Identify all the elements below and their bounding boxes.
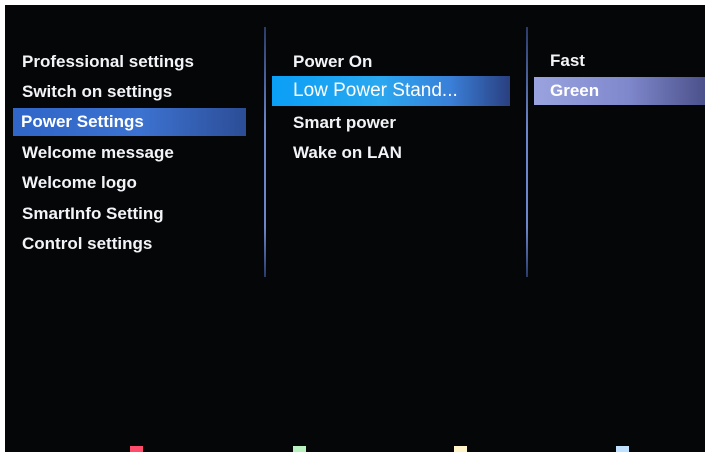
menu-item-power-on[interactable]: Power On xyxy=(293,48,372,76)
menu-item-power-settings[interactable]: Power Settings xyxy=(13,108,246,136)
menu-item-smartinfo-setting[interactable]: SmartInfo Setting xyxy=(22,200,164,228)
menu-item-welcome-message[interactable]: Welcome message xyxy=(22,139,174,167)
option-green[interactable]: Green xyxy=(534,77,705,105)
menu-item-low-power-standby[interactable]: Low Power Stand... xyxy=(272,76,510,106)
yellow-key-indicator xyxy=(454,446,467,452)
column-divider-2 xyxy=(526,27,528,277)
column-divider-1 xyxy=(264,27,266,277)
menu-item-welcome-logo[interactable]: Welcome logo xyxy=(22,169,137,197)
green-key-indicator xyxy=(293,446,306,452)
red-key-indicator xyxy=(130,446,143,452)
option-fast[interactable]: Fast xyxy=(550,47,585,75)
tv-settings-screen: Professional settings Switch on settings… xyxy=(5,5,705,452)
blue-key-indicator xyxy=(616,446,629,452)
menu-item-wake-on-lan[interactable]: Wake on LAN xyxy=(293,139,402,167)
menu-item-control-settings[interactable]: Control settings xyxy=(22,230,152,258)
menu-item-professional-settings[interactable]: Professional settings xyxy=(22,48,194,76)
menu-item-switch-on-settings[interactable]: Switch on settings xyxy=(22,78,172,106)
menu-item-smart-power[interactable]: Smart power xyxy=(293,109,396,137)
